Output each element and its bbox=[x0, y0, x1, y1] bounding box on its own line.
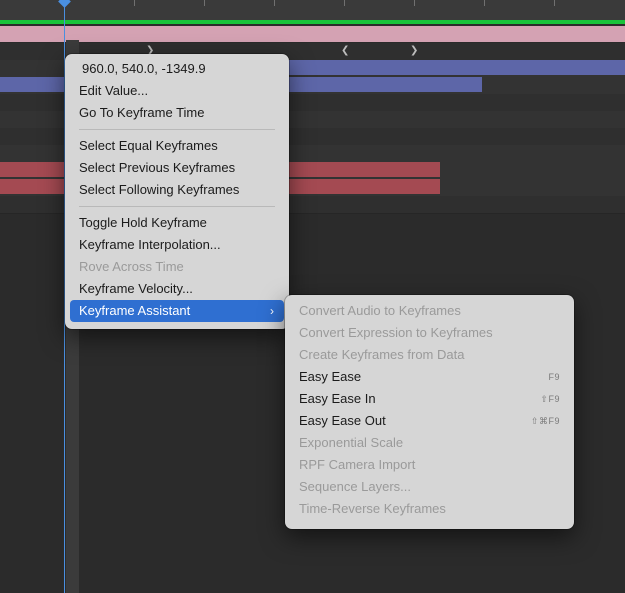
menu-separator bbox=[79, 206, 275, 207]
ruler-tick bbox=[484, 0, 485, 6]
exponential-scale-item: Exponential Scale bbox=[299, 435, 404, 450]
layer-bar-pink[interactable] bbox=[0, 26, 625, 42]
keyframe-assistant-submenu: Convert Audio to Keyframes Convert Expre… bbox=[285, 295, 574, 529]
time-ruler[interactable] bbox=[0, 0, 625, 20]
easy-ease-shortcut: F9 bbox=[548, 372, 560, 382]
easy-ease-out-shortcut: ⇧⌘F9 bbox=[530, 416, 560, 426]
easy-ease-out-label: Easy Ease Out bbox=[299, 413, 386, 428]
select-following-keyframes-item[interactable]: Select Following Keyframes bbox=[65, 179, 289, 201]
easy-ease-item[interactable]: Easy Ease F9 bbox=[285, 366, 574, 388]
keyframe-velocity-item[interactable]: Keyframe Velocity... bbox=[65, 278, 289, 300]
go-to-keyframe-time-item[interactable]: Go To Keyframe Time bbox=[65, 102, 289, 124]
chevron-right-icon: › bbox=[270, 304, 274, 318]
keyframe-value-header: 960.0, 540.0, -1349.9 bbox=[82, 61, 206, 76]
select-previous-keyframes-item[interactable]: Select Previous Keyframes bbox=[65, 157, 289, 179]
time-reverse-keyframes-item: Time-Reverse Keyframes bbox=[299, 501, 446, 516]
convert-audio-item: Convert Audio to Keyframes bbox=[299, 303, 461, 318]
easy-ease-out-item[interactable]: Easy Ease Out ⇧⌘F9 bbox=[285, 410, 574, 432]
easy-ease-in-shortcut: ⇧F9 bbox=[540, 394, 560, 404]
easy-ease-in-label: Easy Ease In bbox=[299, 391, 376, 406]
select-equal-keyframes-item[interactable]: Select Equal Keyframes bbox=[65, 135, 289, 157]
menu-separator bbox=[79, 129, 275, 130]
sequence-layers-item: Sequence Layers... bbox=[299, 479, 412, 494]
keyframe-assistant-label: Keyframe Assistant bbox=[79, 303, 191, 318]
ruler-tick bbox=[554, 0, 555, 6]
rpf-camera-import-item: RPF Camera Import bbox=[299, 457, 416, 472]
work-area-bar[interactable] bbox=[0, 20, 625, 24]
edit-value-item[interactable]: Edit Value... bbox=[65, 80, 289, 102]
ruler-tick bbox=[134, 0, 135, 6]
easy-ease-in-item[interactable]: Easy Ease In ⇧F9 bbox=[285, 388, 574, 410]
keyframe-assistant-item[interactable]: Keyframe Assistant › bbox=[70, 300, 284, 322]
keyframe-interpolation-item[interactable]: Keyframe Interpolation... bbox=[65, 234, 289, 256]
keyframe-left-icon[interactable]: ❮ bbox=[341, 46, 349, 56]
toggle-hold-keyframe-item[interactable]: Toggle Hold Keyframe bbox=[65, 212, 289, 234]
keyframe-right-icon[interactable]: ❯ bbox=[410, 46, 418, 56]
keyframe-context-menu: 960.0, 540.0, -1349.9 Edit Value... Go T… bbox=[65, 54, 289, 329]
rove-across-time-item: Rove Across Time bbox=[79, 259, 184, 274]
ruler-tick bbox=[274, 0, 275, 6]
easy-ease-label: Easy Ease bbox=[299, 369, 362, 384]
ruler-tick bbox=[204, 0, 205, 6]
ruler-tick bbox=[414, 0, 415, 6]
create-keyframes-from-data-item: Create Keyframes from Data bbox=[299, 347, 465, 362]
convert-expression-item: Convert Expression to Keyframes bbox=[299, 325, 493, 340]
ruler-tick bbox=[344, 0, 345, 6]
